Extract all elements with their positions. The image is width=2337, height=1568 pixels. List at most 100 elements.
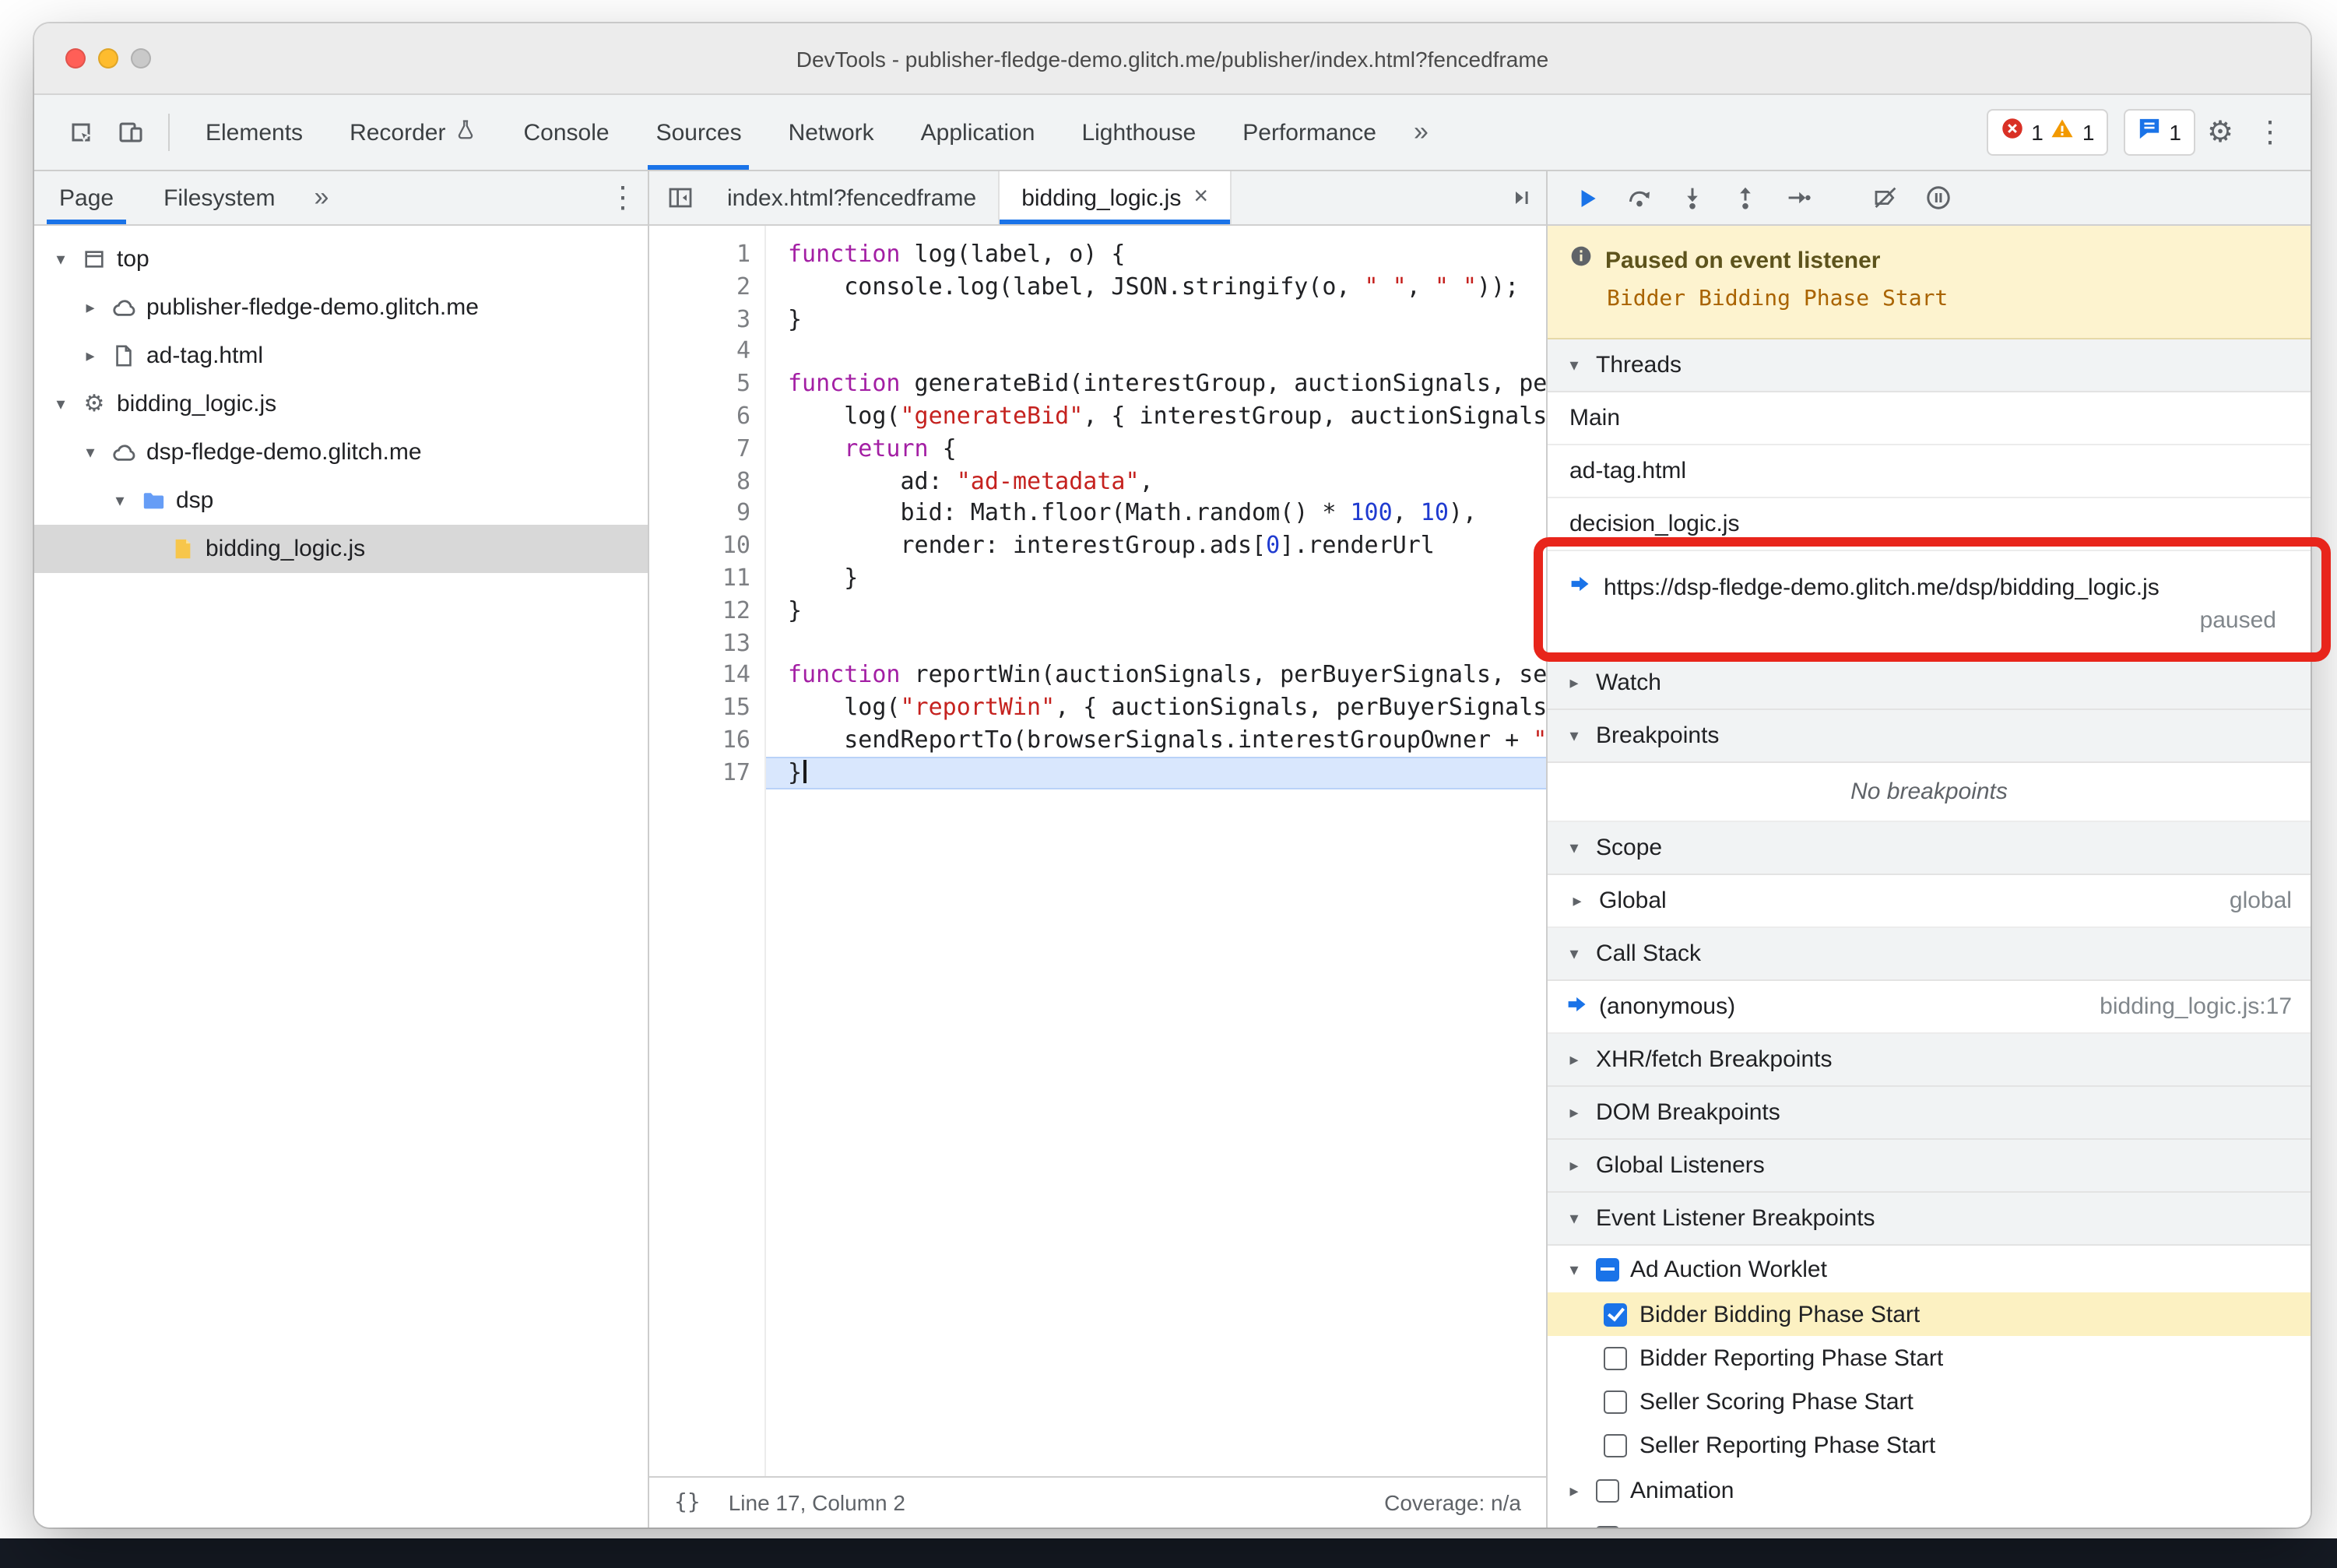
thread-row[interactable]: ad-tag.html [1548, 445, 2311, 498]
elb-group-canvas[interactable]: Canvas [1548, 1514, 2311, 1528]
resume-icon[interactable] [1560, 171, 1613, 224]
code-area[interactable]: 1 2 3 4 5 6 7 8 9 10 11 12 13 14 15 16 17 function log(l… [649, 226, 1546, 1476]
line-number[interactable]: 7 [649, 433, 750, 466]
line-number[interactable]: 6 [649, 400, 750, 433]
chevron-down-icon[interactable] [50, 394, 72, 414]
line-number[interactable]: 11 [649, 562, 750, 595]
chevron-down-icon[interactable] [109, 490, 131, 511]
deactivate-breakpoints-icon[interactable] [1859, 171, 1912, 224]
code-line[interactable]: console.log(label, JSON.stringify(o, " "… [766, 271, 1546, 304]
checkbox-unchecked[interactable] [1604, 1433, 1627, 1457]
editor-tab-bidding-logic[interactable]: bidding_logic.js [1000, 171, 1232, 224]
tab-performance[interactable]: Performance [1219, 95, 1400, 170]
tab-lighthouse[interactable]: Lighthouse [1058, 95, 1219, 170]
inspect-icon[interactable] [56, 107, 106, 157]
line-number[interactable]: 3 [649, 303, 750, 336]
line-number[interactable]: 5 [649, 367, 750, 400]
code-line[interactable]: } [766, 562, 1546, 595]
pretty-print-button[interactable]: {} [674, 1490, 701, 1515]
device-toolbar-icon[interactable] [106, 107, 156, 157]
code-line[interactable]: } [766, 595, 1546, 628]
line-number[interactable]: 12 [649, 595, 750, 628]
scope-global-row[interactable]: Global global [1548, 875, 2311, 928]
checkbox-unchecked[interactable] [1596, 1525, 1619, 1528]
elb-group-animation[interactable]: Animation [1548, 1467, 2311, 1514]
call-stack-section-header[interactable]: Call Stack [1548, 928, 2311, 981]
navigator-more-tabs-icon[interactable] [300, 182, 343, 213]
line-number[interactable]: 1 [649, 238, 750, 271]
code-line[interactable]: ad: "ad-metadata", [766, 465, 1546, 497]
tree-item-dsp-fledge-demo-glitch-me[interactable]: dsp-fledge-demo.glitch.me [34, 428, 648, 476]
issues-button[interactable]: 1 [2124, 109, 2195, 156]
line-number[interactable]: 4 [649, 336, 750, 368]
step-over-icon[interactable] [1613, 171, 1666, 224]
step-icon[interactable] [1772, 171, 1825, 224]
tree-item-publisher-fledge-demo-glitch-me[interactable]: publisher-fledge-demo.glitch.me [34, 283, 648, 332]
chevron-right-icon[interactable] [1563, 1480, 1585, 1500]
tab-application[interactable]: Application [898, 95, 1059, 170]
chevron-down-icon[interactable] [50, 249, 72, 269]
code-line[interactable]: function reportWin(auctionSignals, perBu… [766, 659, 1546, 692]
chevron-down-icon[interactable] [79, 442, 101, 462]
tab-page[interactable]: Page [34, 171, 139, 224]
line-number[interactable]: 2 [649, 271, 750, 304]
settings-gear-icon[interactable]: ⚙ [2195, 107, 2245, 157]
code-line[interactable]: } [766, 303, 1546, 336]
tree-item-ad-tag-html[interactable]: ad-tag.html [34, 332, 648, 380]
code-line[interactable]: function generateBid(interestGroup, auct… [766, 367, 1546, 400]
pause-on-exceptions-icon[interactable] [1912, 171, 1965, 224]
checkbox-unchecked[interactable] [1596, 1478, 1619, 1502]
open-sources-panel-icon[interactable] [1496, 173, 1546, 223]
code-line[interactable]: } [766, 756, 1546, 789]
checkbox-checked[interactable] [1604, 1303, 1627, 1326]
navigator-kebab-menu-icon[interactable] [598, 173, 648, 223]
checkbox-unchecked[interactable] [1604, 1390, 1627, 1413]
line-number[interactable]: 16 [649, 724, 750, 757]
code-line[interactable]: log("generateBid", { interestGroup, auct… [766, 400, 1546, 433]
line-number[interactable]: 14 [649, 659, 750, 692]
kebab-menu-icon[interactable] [2245, 107, 2295, 157]
tab-sources[interactable]: Sources [633, 95, 765, 170]
checkbox-unchecked[interactable] [1604, 1346, 1627, 1369]
elb-event-seller-reporting-phase-start[interactable]: Seller Reporting Phase Start [1548, 1423, 2311, 1467]
tree-item-top[interactable]: top [34, 235, 648, 283]
call-stack-frame[interactable]: (anonymous) bidding_logic.js:17 [1548, 981, 2311, 1034]
elb-event-bidder-reporting-phase-start[interactable]: Bidder Reporting Phase Start [1548, 1336, 2311, 1380]
line-number[interactable]: 13 [649, 627, 750, 659]
navigator-toggle-icon[interactable] [655, 173, 705, 223]
tree-item-bidding-logic-js[interactable]: ⚙ bidding_logic.js [34, 380, 648, 428]
code-line[interactable] [766, 627, 1546, 659]
code-line[interactable]: sendReportTo(browserSignals.interestGrou… [766, 724, 1546, 757]
scope-section-header[interactable]: Scope [1548, 822, 2311, 875]
line-number[interactable]: 17 [649, 757, 750, 789]
elb-event-bidder-bidding-phase-start[interactable]: Bidder Bidding Phase Start [1548, 1292, 2311, 1336]
global-listeners-section-header[interactable]: Global Listeners [1548, 1140, 2311, 1193]
line-number[interactable]: 10 [649, 529, 750, 562]
tab-network[interactable]: Network [765, 95, 898, 170]
chevron-right-icon[interactable] [79, 297, 101, 318]
console-errors-warnings-button[interactable]: 1 1 [1986, 109, 2109, 156]
dom-breakpoints-section-header[interactable]: DOM Breakpoints [1548, 1087, 2311, 1140]
tab-recorder[interactable]: Recorder [326, 95, 500, 170]
xhr-breakpoints-section-header[interactable]: XHR/fetch Breakpoints [1548, 1034, 2311, 1087]
thread-row[interactable]: decision_logic.js [1548, 498, 2311, 551]
thread-row-paused[interactable]: https://dsp-fledge-demo.glitch.me/dsp/bi… [1548, 551, 2311, 657]
code-line[interactable]: log("reportWin", { auctionSignals, perBu… [766, 691, 1546, 724]
editor-tab-index-html[interactable]: index.html?fencedframe [705, 171, 1000, 224]
code-line[interactable]: render: interestGroup.ads[0].renderUrl [766, 529, 1546, 562]
chevron-right-icon[interactable] [79, 346, 101, 366]
elb-event-seller-scoring-phase-start[interactable]: Seller Scoring Phase Start [1548, 1380, 2311, 1423]
line-number[interactable]: 8 [649, 465, 750, 497]
checkbox-indeterminate[interactable] [1596, 1257, 1619, 1281]
chevron-down-icon[interactable] [1563, 1259, 1585, 1279]
step-into-icon[interactable] [1666, 171, 1719, 224]
tab-filesystem[interactable]: Filesystem [139, 171, 300, 224]
code-line[interactable]: return { [766, 433, 1546, 466]
step-out-icon[interactable] [1719, 171, 1772, 224]
tree-item-bidding-logic-js[interactable]: bidding_logic.js [34, 525, 648, 573]
thread-row[interactable]: Main [1548, 392, 2311, 445]
line-number[interactable]: 15 [649, 691, 750, 724]
more-panels-icon[interactable] [1400, 117, 1443, 148]
chevron-right-icon[interactable] [1563, 1527, 1585, 1528]
code-line[interactable]: bid: Math.floor(Math.random() * 100, 10)… [766, 497, 1546, 530]
